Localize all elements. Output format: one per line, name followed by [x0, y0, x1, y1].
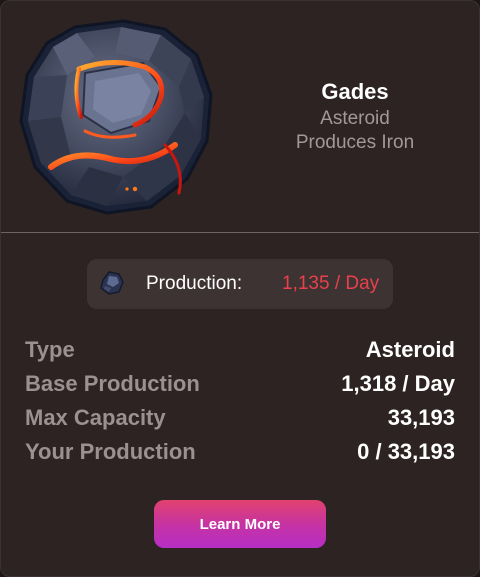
asset-category: Asteroid — [320, 108, 390, 129]
divider — [1, 232, 479, 233]
iron-ore-icon — [97, 268, 127, 298]
stat-key: Base Production — [25, 371, 200, 396]
stat-key: Type — [25, 337, 75, 362]
stat-key: Your Production — [25, 439, 196, 464]
stat-row-type: Type Asteroid — [25, 333, 455, 367]
stat-value: 33,193 — [387, 405, 455, 430]
stat-row-your-production: Your Production 0 / 33,193 — [25, 435, 455, 469]
stat-value: Asteroid — [365, 337, 455, 362]
asteroid-image — [15, 17, 215, 217]
asset-hero: Gades Asteroid Produces Iron — [1, 1, 479, 232]
asset-info: Gades Asteroid Produces Iron — [255, 77, 455, 155]
stat-row-base-production: Base Production 1,318 / Day — [25, 367, 455, 401]
stats-list: Type Asteroid Base Production 1,318 / Da… — [25, 333, 455, 469]
asset-resource: Produces Iron — [295, 132, 415, 153]
asset-name: Gades — [321, 79, 389, 104]
stat-row-max-capacity: Max Capacity 33,193 — [25, 401, 455, 435]
production-pill: Production: 1,135 / Day — [87, 259, 393, 309]
production-label: Production: — [146, 273, 243, 294]
learn-more-button[interactable]: Learn More — [154, 500, 326, 548]
stat-value: 1,318 / Day — [341, 371, 455, 396]
production-value: 1,135 / Day — [282, 273, 380, 294]
asteroid-card: Gades Asteroid Produces Iron Production:… — [0, 0, 480, 577]
stat-key: Max Capacity — [25, 405, 166, 430]
stat-value: 0 / 33,193 — [357, 439, 455, 464]
